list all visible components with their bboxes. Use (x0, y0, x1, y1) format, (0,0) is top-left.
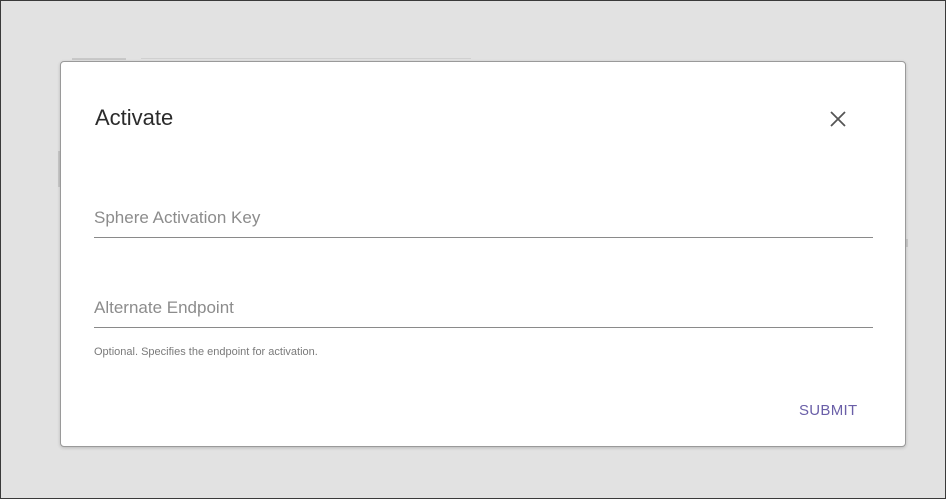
close-button[interactable] (825, 106, 851, 132)
close-icon (830, 111, 846, 127)
alternate-endpoint-input[interactable] (94, 298, 873, 328)
background-decoration (906, 239, 908, 247)
submit-button[interactable]: SUBMIT (799, 402, 857, 419)
activate-dialog: Activate Optional. Specifies the endpoin… (60, 61, 906, 447)
background-decoration (72, 58, 126, 60)
dialog-title: Activate (95, 105, 174, 130)
alternate-endpoint-field (94, 298, 873, 328)
activation-key-input[interactable] (94, 208, 873, 238)
background-decoration (141, 58, 471, 59)
modal-backdrop: Activate Optional. Specifies the endpoin… (0, 0, 946, 499)
activation-key-field (94, 208, 873, 238)
endpoint-helper-text: Optional. Specifies the endpoint for act… (94, 346, 318, 358)
